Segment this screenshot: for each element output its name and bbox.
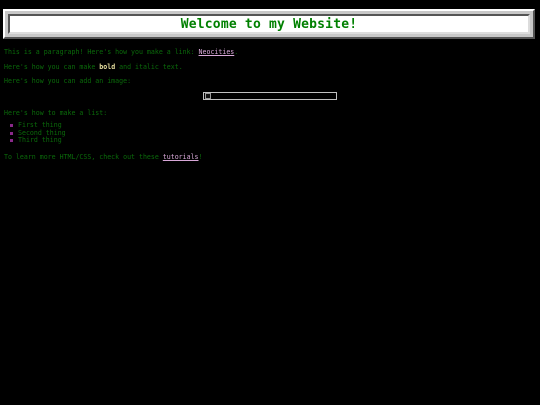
bold-text: bold <box>99 63 116 71</box>
paragraph-tutorials-text: To learn more HTML/CSS, check out these <box>4 153 163 161</box>
page-title: Welcome to my Website! <box>180 16 358 32</box>
bullet-list: First thing Second thing Third thing <box>10 121 66 145</box>
paragraph-intro-end: . <box>234 48 239 56</box>
paragraph-tutorials: To learn more HTML/CSS, check out these … <box>4 153 203 161</box>
list-item-label: Third thing <box>18 136 62 145</box>
header-banner-inner: Welcome to my Website! <box>8 14 530 34</box>
paragraph-intro: This is a paragraph! Here's how you make… <box>4 48 238 56</box>
list-item: Third thing <box>10 137 66 145</box>
paragraph-tutorials-end: ! <box>198 153 203 161</box>
bullet-icon <box>10 124 13 128</box>
broken-image <box>203 92 337 100</box>
paragraph-formatting-pre: Here's how you can make <box>4 63 100 71</box>
paragraph-list: Here's how to make a list: <box>4 109 108 117</box>
paragraph-image: Here's how you can add an image: <box>4 77 132 85</box>
paragraph-formatting-post: and italic text. <box>115 63 183 71</box>
paragraph-intro-text: This is a paragraph! Here's how you make… <box>4 48 199 56</box>
paragraph-formatting: Here's how you can make bold and italic … <box>4 63 183 71</box>
tutorials-link[interactable]: tutorials <box>163 153 199 161</box>
neocities-link[interactable]: Neocities <box>199 48 235 56</box>
header-banner: Welcome to my Website! <box>3 9 535 39</box>
bullet-icon <box>10 131 13 135</box>
broken-image-icon <box>205 93 211 99</box>
bullet-icon <box>10 139 13 143</box>
